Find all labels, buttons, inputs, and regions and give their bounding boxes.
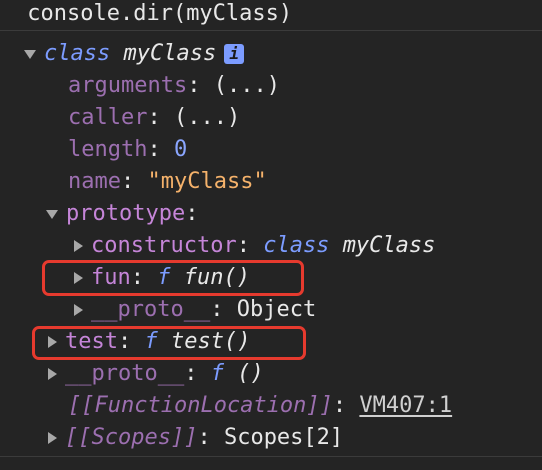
triangle-right-icon[interactable] bbox=[74, 240, 83, 252]
triangle-right-icon[interactable] bbox=[74, 304, 83, 316]
property-value: () bbox=[237, 361, 264, 386]
tree-row-name: name: "myClass" bbox=[68, 166, 267, 198]
property-key: __proto__ bbox=[91, 297, 211, 322]
prompt-marker bbox=[0, 0, 14, 30]
property-value: myClass bbox=[342, 233, 436, 258]
property-value: Object bbox=[236, 297, 317, 322]
triangle-down-icon[interactable] bbox=[24, 49, 36, 59]
console-bottom-strip bbox=[0, 456, 542, 470]
property-separator: : bbox=[210, 297, 224, 322]
class-keyword: class bbox=[263, 233, 330, 258]
triangle-down-icon[interactable] bbox=[46, 209, 58, 219]
property-value: "myClass" bbox=[147, 169, 267, 194]
property-value: 0 bbox=[173, 137, 188, 162]
property-separator: : bbox=[147, 137, 161, 162]
tree-row-caller[interactable]: caller: (...) bbox=[68, 102, 240, 134]
tree-row-root[interactable]: class myClass i bbox=[24, 38, 245, 70]
tree-row-constructor[interactable]: constructor: class myClass bbox=[74, 230, 435, 262]
property-value[interactable]: (...) bbox=[214, 73, 280, 98]
property-separator: : bbox=[120, 169, 135, 194]
triangle-right-icon[interactable] bbox=[48, 368, 57, 380]
property-separator: : bbox=[197, 425, 211, 450]
class-keyword: class bbox=[44, 41, 111, 66]
tree-row-length: length: 0 bbox=[68, 134, 187, 166]
property-separator: : bbox=[184, 361, 198, 386]
property-key: prototype bbox=[66, 201, 186, 226]
property-separator: : bbox=[332, 393, 347, 418]
property-separator: : bbox=[187, 73, 201, 98]
property-value: Scopes[2] bbox=[223, 425, 344, 450]
tree-row-proto-inner[interactable]: __proto__: Object bbox=[74, 294, 316, 326]
property-value[interactable]: (...) bbox=[174, 105, 240, 130]
tree-row-proto-outer[interactable]: __proto__: f () bbox=[48, 358, 264, 390]
triangle-right-icon[interactable] bbox=[48, 432, 57, 444]
highlight-box-fun bbox=[42, 260, 304, 296]
property-separator: : bbox=[236, 233, 250, 258]
property-separator: : bbox=[185, 201, 199, 226]
property-key: length bbox=[68, 137, 148, 162]
property-key: name bbox=[68, 169, 121, 194]
property-key: [[Scopes]] bbox=[65, 425, 198, 450]
property-key: caller bbox=[68, 105, 148, 130]
info-icon[interactable]: i bbox=[224, 44, 245, 64]
tree-row-arguments[interactable]: arguments: (...) bbox=[68, 70, 280, 102]
console-command: console.dir(myClass) bbox=[27, 1, 293, 26]
property-key: arguments bbox=[68, 73, 188, 98]
property-separator: : bbox=[147, 105, 161, 130]
source-link[interactable]: VM407:1 bbox=[359, 393, 452, 418]
property-key: [[FunctionLocation]] bbox=[68, 393, 333, 418]
property-key: constructor bbox=[91, 233, 237, 258]
highlight-box-test bbox=[32, 326, 306, 360]
tree-row-prototype[interactable]: prototype: bbox=[46, 198, 198, 230]
devtools-console: console.dir(myClass) class myClass i argu… bbox=[0, 0, 542, 470]
console-input-line: console.dir(myClass) bbox=[0, 0, 542, 31]
function-keyword: f bbox=[210, 361, 224, 386]
property-key: __proto__ bbox=[65, 361, 185, 386]
class-name: myClass bbox=[123, 41, 217, 66]
tree-row-function-location: [[FunctionLocation]]: VM407:1 bbox=[68, 390, 452, 422]
tree-row-scopes[interactable]: [[Scopes]]: Scopes[2] bbox=[48, 422, 343, 454]
